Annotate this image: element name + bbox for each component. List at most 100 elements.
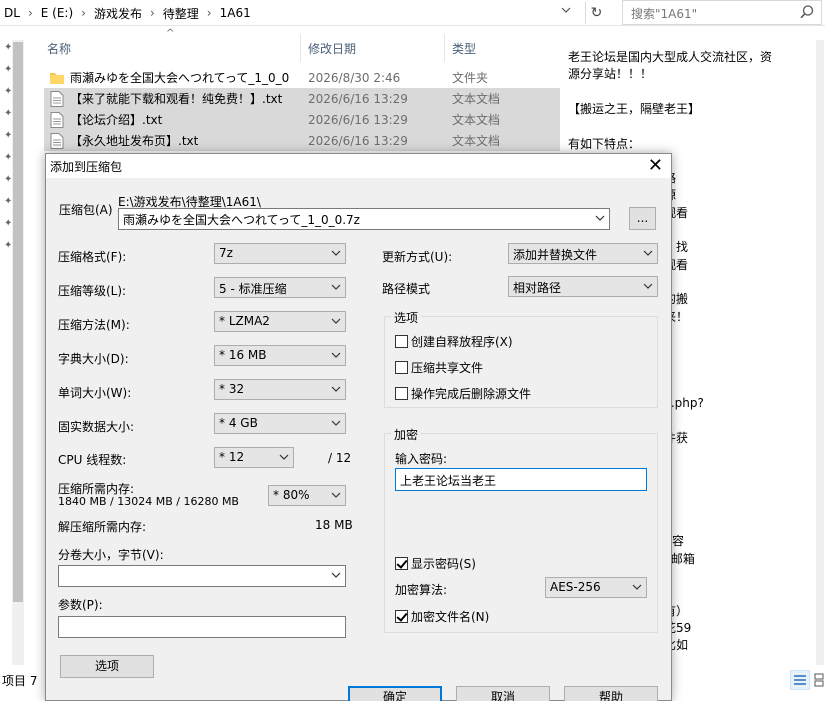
sort-arrow-icon: ^	[166, 28, 175, 39]
word-select[interactable]: * 32	[214, 379, 346, 400]
format-label: 压缩格式(F):	[58, 250, 127, 264]
file-type: 文本文档	[452, 113, 501, 127]
history-dropdown-icon[interactable]	[557, 4, 575, 22]
column-divider[interactable]	[300, 34, 301, 62]
file-row[interactable]: 【来了就能下载和观看！纯免费！】.txt 2026/6/16 13:29 文本文…	[44, 88, 560, 109]
chevron-right-icon: ›	[27, 6, 33, 20]
level-select[interactable]: 5 - 标准压缩	[214, 277, 346, 298]
archive-label: 压缩包(A)	[59, 203, 113, 217]
breadcrumb-item[interactable]: 待整理	[163, 5, 199, 22]
delete-source-label: 操作完成后删除源文件	[411, 387, 532, 401]
path-mode-label: 路径模式	[382, 282, 431, 296]
file-name: 雨瀬みゆを全国大会へつれてって_1_0_0	[70, 71, 290, 85]
column-type[interactable]: 类型	[452, 40, 476, 57]
dict-value: * 16 MB	[219, 348, 267, 362]
shared-files-label: 压缩共享文件	[411, 361, 484, 375]
archive-name-combo[interactable]: 雨瀬みゆを全国大会へつれてって_1_0_0.7z	[118, 208, 610, 230]
update-mode-select[interactable]: 添加并替换文件	[508, 243, 658, 264]
column-divider[interactable]	[444, 34, 445, 62]
breadcrumb-item[interactable]: 1A61	[220, 6, 251, 20]
cpu-label: CPU 线程数:	[58, 453, 127, 467]
encryption-group: 加密 输入密码: 上老王论坛当老王 显示密码(S) 加密算法: AES-256 …	[384, 426, 658, 633]
encryption-group-title: 加密	[391, 426, 422, 443]
sfx-checkbox[interactable]: 创建自释放程序(X)	[395, 333, 513, 350]
preview-scrollbar[interactable]	[816, 40, 824, 665]
refresh-icon[interactable]: ↻	[585, 2, 607, 24]
chevron-down-icon	[643, 283, 653, 289]
search-icon	[799, 4, 815, 20]
checkbox-box[interactable]	[395, 557, 408, 570]
column-name[interactable]: 名称	[47, 40, 71, 57]
file-row[interactable]: 【论坛介绍】.txt 2026/6/16 13:29 文本文档	[44, 109, 560, 130]
chevron-down-icon	[331, 420, 341, 426]
shared-files-checkbox[interactable]: 压缩共享文件	[395, 359, 483, 376]
password-input[interactable]: 上老王论坛当老王	[395, 468, 647, 491]
file-date: 2026/6/16 13:29	[308, 91, 408, 106]
cpu-select[interactable]: * 12	[214, 447, 294, 468]
search-input[interactable]: 搜索"1A61"	[622, 0, 822, 25]
show-password-checkbox[interactable]: 显示密码(S)	[395, 555, 476, 572]
cancel-button[interactable]: 取消	[456, 686, 550, 701]
chevron-down-icon	[279, 454, 289, 460]
update-mode-value: 添加并替换文件	[513, 248, 598, 262]
decompress-mem-value: 18 MB	[315, 518, 353, 532]
solid-label: 固实数据大小:	[58, 420, 135, 434]
method-select[interactable]: * LZMA2	[214, 311, 346, 332]
browse-button[interactable]: ...	[629, 207, 656, 230]
file-type: 文件夹	[452, 71, 489, 85]
details-view-icon[interactable]	[790, 670, 810, 690]
file-list-header: ^ 名称 修改日期 类型	[36, 26, 560, 66]
file-row[interactable]: 【永久地址发布页】.txt 2026/6/16 13:29 文本文档	[44, 130, 560, 151]
text-file-icon	[50, 111, 64, 128]
folder-icon	[50, 72, 64, 84]
file-date: 2026/8/30 2:46	[308, 70, 401, 85]
chevron-down-icon	[331, 572, 341, 578]
checkbox-box[interactable]	[395, 361, 408, 374]
file-name: 【来了就能下载和观看！纯免费！】.txt	[70, 92, 283, 106]
file-row[interactable]: 雨瀬みゆを全国大会へつれてって_1_0_0 2026/8/30 2:46 文件夹	[44, 67, 560, 88]
file-type: 文本文档	[452, 134, 501, 148]
delete-source-checkbox[interactable]: 操作完成后删除源文件	[395, 385, 531, 402]
solid-select[interactable]: * 4 GB	[214, 413, 346, 434]
encryption-method-select[interactable]: AES-256	[545, 577, 647, 598]
nav-scrollbar[interactable]	[12, 40, 24, 665]
breadcrumb: DL › E (E:) › 游戏发布 › 待整理 › 1A61	[4, 4, 259, 22]
mem-percent-select[interactable]: * 80%	[268, 485, 346, 506]
chevron-right-icon: ›	[149, 6, 155, 20]
chevron-down-icon	[632, 584, 642, 590]
ok-button[interactable]: 确定	[348, 686, 442, 701]
dict-label: 字典大小(D):	[58, 352, 129, 366]
dialog-titlebar[interactable]: 添加到压缩包 ✕	[46, 154, 671, 178]
close-icon[interactable]: ✕	[648, 155, 663, 176]
breadcrumb-item[interactable]: 游戏发布	[94, 5, 142, 22]
file-name: 【论坛介绍】.txt	[70, 113, 163, 127]
show-password-label: 显示密码(S)	[411, 557, 476, 571]
checkbox-box[interactable]	[395, 335, 408, 348]
options-button[interactable]: 选项	[60, 655, 154, 678]
tiles-view-icon[interactable]	[811, 670, 825, 690]
format-select[interactable]: 7z	[214, 243, 346, 264]
dict-select[interactable]: * 16 MB	[214, 345, 346, 366]
path-mode-value: 相对路径	[513, 281, 562, 295]
breadcrumb-item[interactable]: DL	[4, 6, 20, 20]
split-size-combo[interactable]	[58, 565, 346, 587]
path-mode-select[interactable]: 相对路径	[508, 276, 658, 297]
split-label: 分卷大小，字节(V):	[58, 548, 164, 562]
archive-name-value: 雨瀬みゆを全国大会へつれてって_1_0_0.7z	[123, 213, 360, 227]
params-input[interactable]	[58, 616, 346, 638]
sfx-label: 创建自释放程序(X)	[411, 335, 513, 349]
chevron-right-icon: ›	[206, 6, 212, 20]
method-label: 压缩方法(M):	[58, 318, 130, 332]
help-button[interactable]: 帮助	[564, 686, 658, 701]
encrypt-names-checkbox[interactable]: 加密文件名(N)	[395, 608, 489, 625]
checkbox-box[interactable]	[395, 610, 408, 623]
address-bar: DL › E (E:) › 游戏发布 › 待整理 › 1A61 ↻ 搜索"1A61"	[0, 0, 825, 26]
preview-line: 老王论坛是国内大型成人交流社区，资	[568, 50, 773, 64]
scrollbar-thumb[interactable]	[13, 42, 23, 602]
checkbox-box[interactable]	[395, 387, 408, 400]
column-date[interactable]: 修改日期	[308, 40, 356, 57]
encryption-method-value: AES-256	[550, 580, 601, 594]
breadcrumb-item[interactable]: E (E:)	[41, 6, 73, 20]
mem-percent-value: * 80%	[273, 488, 310, 502]
chevron-down-icon	[331, 250, 341, 256]
